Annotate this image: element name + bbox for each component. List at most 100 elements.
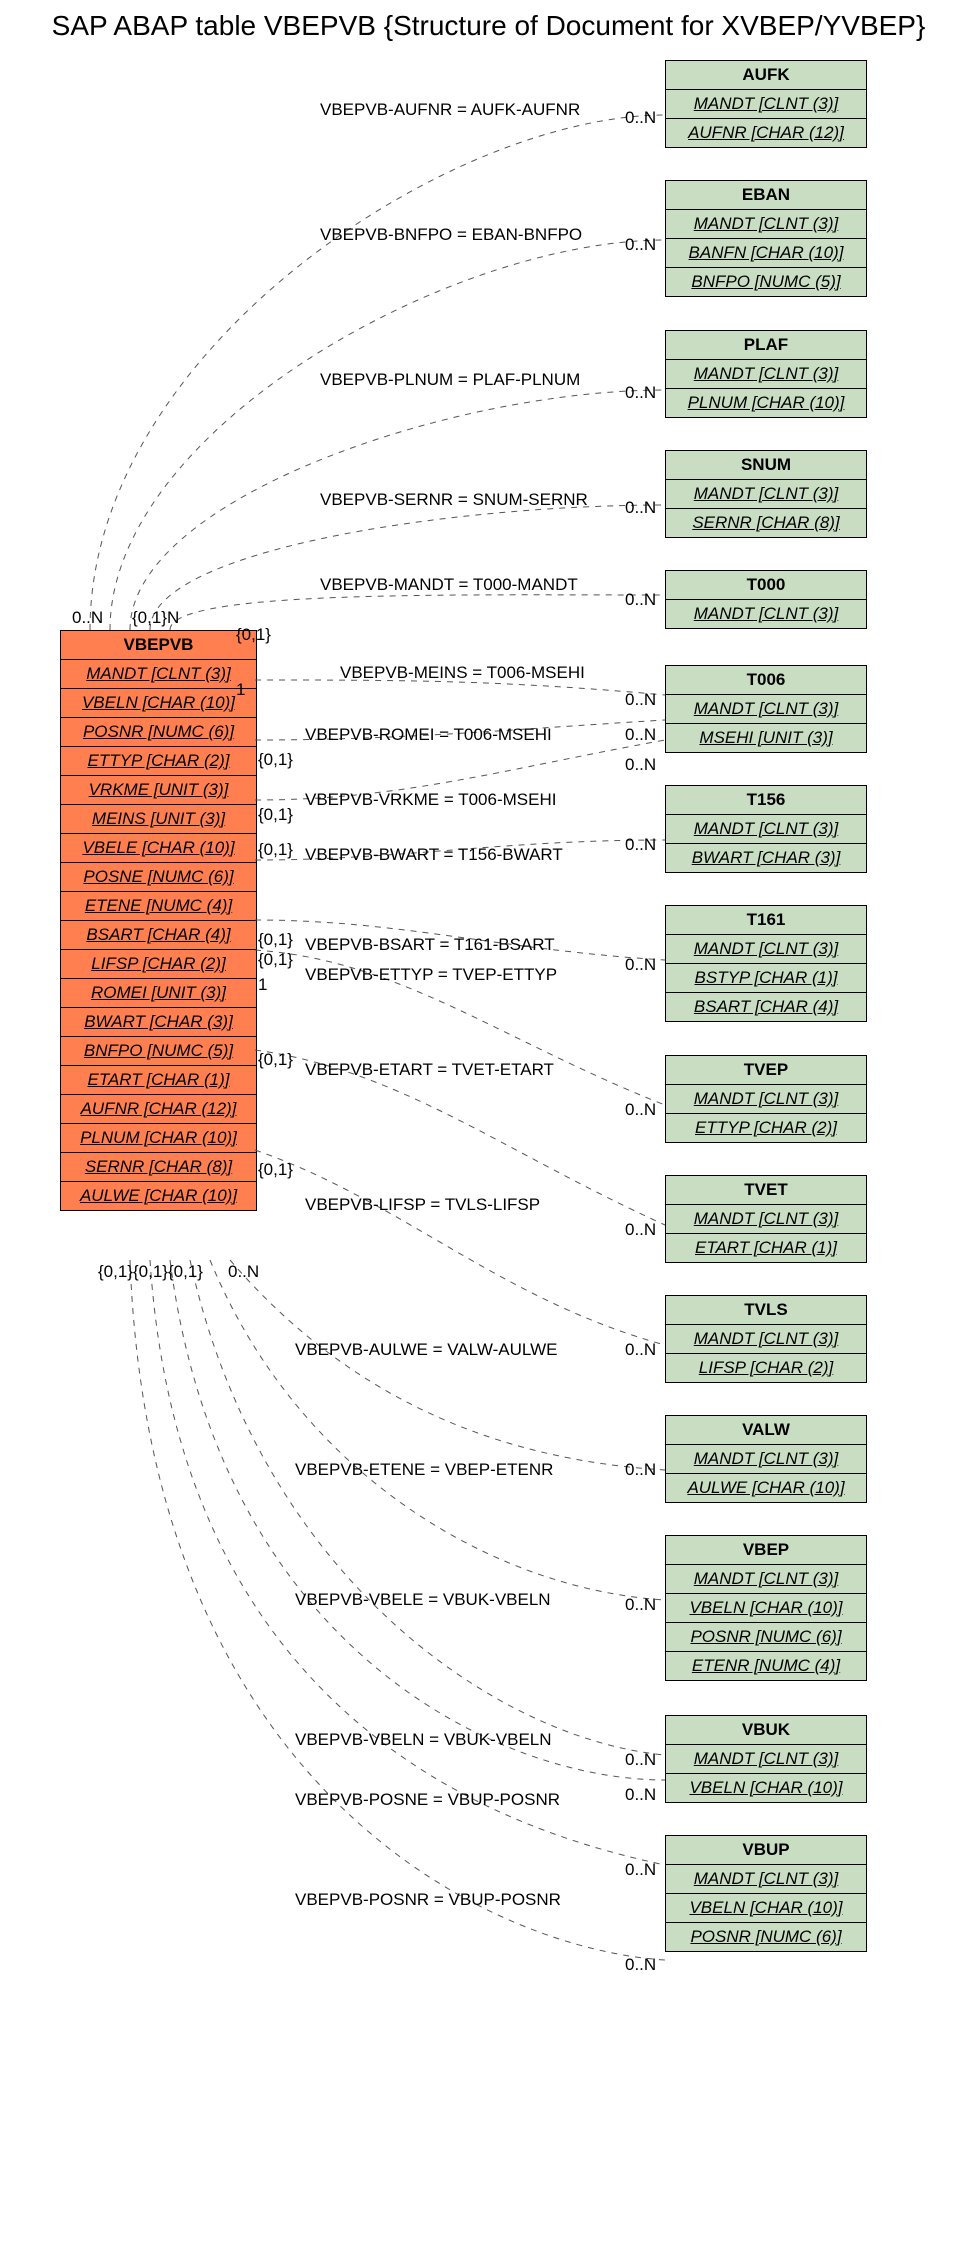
cardinality-label: 0..N [228, 1262, 259, 1282]
edge-label: VBEPVB-MANDT = T000-MANDT [320, 575, 578, 595]
entity-plaf: PLAF MANDT [CLNT (3)] PLNUM [CHAR (10)] [665, 330, 867, 418]
entity-vbepvb-header: VBEPVB [61, 631, 256, 660]
entity-field: AULWE [CHAR (10)] [666, 1474, 866, 1502]
cardinality-label: 0..N [625, 1595, 656, 1615]
cardinality-label: 1 [258, 975, 267, 995]
edge-label: VBEPVB-LIFSP = TVLS-LIFSP [305, 1195, 540, 1215]
entity-field: BSTYP [CHAR (1)] [666, 964, 866, 993]
cardinality-label: 0..N [625, 1220, 656, 1240]
entity-vbepvb-field: SERNR [CHAR (8)] [61, 1153, 256, 1182]
entity-snum: SNUM MANDT [CLNT (3)] SERNR [CHAR (8)] [665, 450, 867, 538]
cardinality-label: 0..N [625, 383, 656, 403]
entity-vbepvb-field: BSART [CHAR (4)] [61, 921, 256, 950]
entity-field: PLNUM [CHAR (10)] [666, 389, 866, 417]
edge-label: VBEPVB-SERNR = SNUM-SERNR [320, 490, 588, 510]
edge-label: VBEPVB-BWART = T156-BWART [305, 845, 563, 865]
entity-header: SNUM [666, 451, 866, 480]
entity-field: MANDT [CLNT (3)] [666, 1565, 866, 1594]
cardinality-label: 0..N [625, 755, 656, 775]
entity-field: MANDT [CLNT (3)] [666, 210, 866, 239]
entity-vbepvb: VBEPVB MANDT [CLNT (3)] VBELN [CHAR (10)… [60, 630, 257, 1211]
entity-field: MANDT [CLNT (3)] [666, 480, 866, 509]
edge-label: VBEPVB-PLNUM = PLAF-PLNUM [320, 370, 580, 390]
cardinality-label: 0..N [72, 608, 103, 628]
cardinality-label: 0..N [625, 590, 656, 610]
entity-vbepvb-field: BWART [CHAR (3)] [61, 1008, 256, 1037]
entity-tvep: TVEP MANDT [CLNT (3)] ETTYP [CHAR (2)] [665, 1055, 867, 1143]
edge-label: VBEPVB-ETART = TVET-ETART [305, 1060, 554, 1080]
entity-field: AUFNR [CHAR (12)] [666, 119, 866, 147]
cardinality-label: 0..N [625, 1785, 656, 1805]
entity-vbepvb-field: LIFSP [CHAR (2)] [61, 950, 256, 979]
entity-field: POSNR [NUMC (6)] [666, 1623, 866, 1652]
entity-header: VBUK [666, 1716, 866, 1745]
entity-vbepvb-field: ROMEI [UNIT (3)] [61, 979, 256, 1008]
entity-field: MANDT [CLNT (3)] [666, 935, 866, 964]
entity-field: MSEHI [UNIT (3)] [666, 724, 866, 752]
cardinality-label: {0,1} [258, 930, 293, 950]
entity-vbepvb-field: AUFNR [CHAR (12)] [61, 1095, 256, 1124]
entity-vbepvb-field: POSNR [NUMC (6)] [61, 718, 256, 747]
entity-header: AUFK [666, 61, 866, 90]
edge-label: VBEPVB-AULWE = VALW-AULWE [295, 1340, 557, 1360]
entity-field: MANDT [CLNT (3)] [666, 1445, 866, 1474]
entity-vbepvb-field: ETART [CHAR (1)] [61, 1066, 256, 1095]
entity-vbepvb-field: VBELE [CHAR (10)] [61, 834, 256, 863]
cardinality-label: {0,1} [258, 950, 293, 970]
edge-label: VBEPVB-VRKME = T006-MSEHI [305, 790, 556, 810]
cardinality-label: {0,1} [236, 625, 271, 645]
entity-header: PLAF [666, 331, 866, 360]
entity-t006: T006 MANDT [CLNT (3)] MSEHI [UNIT (3)] [665, 665, 867, 753]
cardinality-label: 0..N [625, 108, 656, 128]
cardinality-label: 0..N [625, 1100, 656, 1120]
edge-label: VBEPVB-ROMEI = T006-MSEHI [305, 725, 552, 745]
entity-vbup: VBUP MANDT [CLNT (3)] VBELN [CHAR (10)] … [665, 1835, 867, 1952]
entity-header: TVET [666, 1176, 866, 1205]
entity-vbepvb-field: MEINS [UNIT (3)] [61, 805, 256, 834]
entity-t000: T000 MANDT [CLNT (3)] [665, 570, 867, 629]
entity-valw: VALW MANDT [CLNT (3)] AULWE [CHAR (10)] [665, 1415, 867, 1503]
cardinality-label: {0,1} [258, 840, 293, 860]
entity-header: TVLS [666, 1296, 866, 1325]
entity-header: T000 [666, 571, 866, 600]
entity-vbepvb-field: MANDT [CLNT (3)] [61, 660, 256, 689]
cardinality-label: 0..N [625, 835, 656, 855]
entity-field: MANDT [CLNT (3)] [666, 1205, 866, 1234]
entity-aufk: AUFK MANDT [CLNT (3)] AUFNR [CHAR (12)] [665, 60, 867, 148]
entity-header: TVEP [666, 1056, 866, 1085]
entity-header: VALW [666, 1416, 866, 1445]
entity-vbepvb-field: POSNE [NUMC (6)] [61, 863, 256, 892]
entity-field: MANDT [CLNT (3)] [666, 1325, 866, 1354]
entity-field: ETART [CHAR (1)] [666, 1234, 866, 1262]
entity-field: BWART [CHAR (3)] [666, 844, 866, 872]
cardinality-label: {0,1} [258, 1160, 293, 1180]
entity-field: MANDT [CLNT (3)] [666, 600, 866, 628]
entity-vbuk: VBUK MANDT [CLNT (3)] VBELN [CHAR (10)] [665, 1715, 867, 1803]
entity-vbepvb-field: PLNUM [CHAR (10)] [61, 1124, 256, 1153]
entity-header: VBUP [666, 1836, 866, 1865]
cardinality-label: 0..N [625, 498, 656, 518]
entity-field: BNFPO [NUMC (5)] [666, 268, 866, 296]
edge-label: VBEPVB-BSART = T161-BSART [305, 935, 555, 955]
entity-field: MANDT [CLNT (3)] [666, 695, 866, 724]
entity-vbepvb-field: VBELN [CHAR (10)] [61, 689, 256, 718]
cardinality-label: 0..N [625, 1750, 656, 1770]
cardinality-label: 0..N [625, 1460, 656, 1480]
entity-tvet: TVET MANDT [CLNT (3)] ETART [CHAR (1)] [665, 1175, 867, 1263]
cardinality-label: {0,1} [258, 805, 293, 825]
entity-header: VBEP [666, 1536, 866, 1565]
entity-vbep: VBEP MANDT [CLNT (3)] VBELN [CHAR (10)] … [665, 1535, 867, 1681]
entity-field: MANDT [CLNT (3)] [666, 90, 866, 119]
entity-vbepvb-field: ETENE [NUMC (4)] [61, 892, 256, 921]
cardinality-label: 0..N [625, 955, 656, 975]
entity-field: SERNR [CHAR (8)] [666, 509, 866, 537]
entity-field: MANDT [CLNT (3)] [666, 1085, 866, 1114]
entity-vbepvb-field: BNFPO [NUMC (5)] [61, 1037, 256, 1066]
entity-field: VBELN [CHAR (10)] [666, 1894, 866, 1923]
entity-vbepvb-field: ETTYP [CHAR (2)] [61, 747, 256, 776]
entity-field: MANDT [CLNT (3)] [666, 815, 866, 844]
cardinality-label: 1 [236, 680, 245, 700]
entity-field: BANFN [CHAR (10)] [666, 239, 866, 268]
cardinality-label: 0..N [625, 1340, 656, 1360]
entity-field: POSNR [NUMC (6)] [666, 1923, 866, 1951]
